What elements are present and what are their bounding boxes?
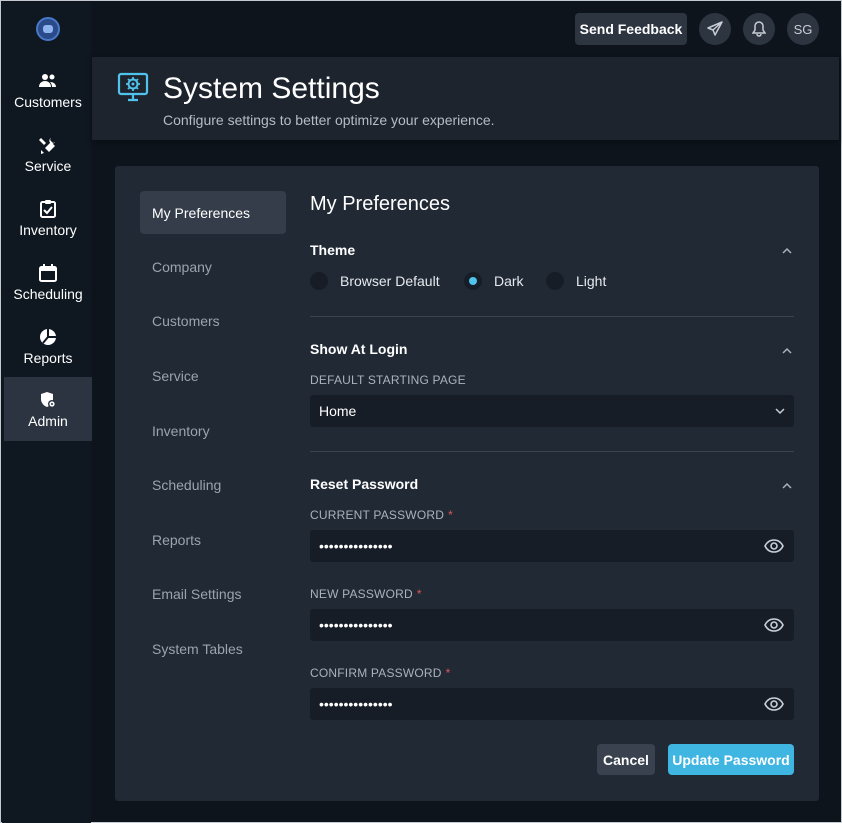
radio-label: Light xyxy=(576,273,607,289)
shield-gear-icon xyxy=(39,390,57,410)
radio-indicator[interactable] xyxy=(546,272,564,290)
subnav-item-system-tables[interactable]: System Tables xyxy=(140,627,286,670)
app-logo-icon[interactable] xyxy=(36,17,60,41)
calendar-icon xyxy=(39,263,57,283)
app-window: Customers Service Inventory Scheduling R xyxy=(0,0,842,823)
page-subtitle: Configure settings to better optimize yo… xyxy=(163,112,495,128)
eye-icon[interactable] xyxy=(764,695,784,713)
nav-label: Inventory xyxy=(19,221,77,238)
user-avatar[interactable]: SG xyxy=(787,13,819,45)
nav-item-service[interactable]: Service xyxy=(4,122,92,186)
section-divider xyxy=(310,451,794,452)
send-feedback-button[interactable]: Send Feedback xyxy=(575,13,687,45)
default-page-label: DEFAULT STARTING PAGE xyxy=(310,373,466,387)
radio-label: Browser Default xyxy=(340,273,440,289)
nav-label: Customers xyxy=(14,93,82,110)
nav-label: Scheduling xyxy=(13,285,83,302)
login-section-title: Show At Login xyxy=(310,341,408,357)
subnav-item-email-settings[interactable]: Email Settings xyxy=(140,572,286,615)
subnav-item-scheduling[interactable]: Scheduling xyxy=(140,463,286,506)
radio-indicator[interactable] xyxy=(310,272,328,290)
current-password-label: CURRENT PASSWORD * xyxy=(310,508,453,522)
page-title: System Settings xyxy=(163,72,380,105)
default-page-select[interactable]: Home xyxy=(310,395,794,427)
confirm-password-field[interactable]: ••••••••••••••• xyxy=(310,688,794,720)
theme-option-light[interactable]: Light xyxy=(546,272,606,290)
nav-label: Admin xyxy=(28,412,68,429)
eye-icon[interactable] xyxy=(764,616,784,634)
chevron-up-icon[interactable] xyxy=(780,479,794,493)
masked-value: ••••••••••••••• xyxy=(319,696,393,712)
subnav-item-company[interactable]: Company xyxy=(140,245,286,288)
pie-chart-icon xyxy=(39,327,57,347)
label-text: NEW PASSWORD xyxy=(310,587,413,601)
chevron-up-icon[interactable] xyxy=(780,344,794,358)
label-text: CONFIRM PASSWORD xyxy=(310,666,442,680)
subnav-item-inventory[interactable]: Inventory xyxy=(140,409,286,452)
subnav-item-reports[interactable]: Reports xyxy=(140,518,286,561)
eye-icon[interactable] xyxy=(764,537,784,555)
subnav-item-my-preferences[interactable]: My Preferences xyxy=(140,191,286,234)
users-icon xyxy=(38,71,58,91)
new-password-field[interactable]: ••••••••••••••• xyxy=(310,609,794,641)
settings-card: My Preferences Company Customers Service… xyxy=(115,166,819,801)
side-rail: Customers Service Inventory Scheduling R xyxy=(2,2,92,823)
select-value: Home xyxy=(319,403,357,419)
current-password-field[interactable]: ••••••••••••••• xyxy=(310,530,794,562)
chevron-up-icon[interactable] xyxy=(780,244,794,258)
cancel-button[interactable]: Cancel xyxy=(597,744,655,775)
nav-item-customers[interactable]: Customers xyxy=(4,58,92,122)
required-asterisk: * xyxy=(445,666,451,680)
masked-value: ••••••••••••••• xyxy=(319,617,393,633)
subnav-item-customers[interactable]: Customers xyxy=(140,299,286,342)
confirm-password-label: CONFIRM PASSWORD * xyxy=(310,666,451,680)
update-password-button[interactable]: Update Password xyxy=(668,744,794,775)
nav-label: Reports xyxy=(23,349,73,366)
top-bar: Send Feedback SG xyxy=(91,2,840,56)
reset-section-title: Reset Password xyxy=(310,476,419,492)
theme-option-dark[interactable]: Dark xyxy=(464,272,524,290)
subnav-item-service[interactable]: Service xyxy=(140,354,286,397)
nav-item-admin[interactable]: Admin xyxy=(4,377,92,441)
radio-label: Dark xyxy=(494,273,524,289)
theme-section-title: Theme xyxy=(310,242,356,258)
monitor-gear-icon xyxy=(117,72,149,107)
label-text: CURRENT PASSWORD xyxy=(310,508,445,522)
nav-item-reports[interactable]: Reports xyxy=(4,314,92,378)
masked-value: ••••••••••••••• xyxy=(319,538,393,554)
section-divider xyxy=(310,316,794,317)
bell-icon[interactable] xyxy=(743,13,775,45)
panel-title: My Preferences xyxy=(310,193,451,215)
required-asterisk: * xyxy=(416,587,422,601)
theme-option-browser-default[interactable]: Browser Default xyxy=(310,272,440,290)
required-asterisk: * xyxy=(448,508,453,522)
new-password-label: NEW PASSWORD * xyxy=(310,587,422,601)
page-header: System Settings Configure settings to be… xyxy=(92,57,839,140)
clipboard-check-icon xyxy=(40,199,56,219)
paper-plane-icon[interactable] xyxy=(699,13,731,45)
chevron-down-icon xyxy=(775,408,785,415)
radio-indicator-selected[interactable] xyxy=(464,272,482,290)
nav-label: Service xyxy=(24,157,72,174)
nav-item-scheduling[interactable]: Scheduling xyxy=(4,250,92,314)
tools-icon xyxy=(39,135,57,155)
nav-item-inventory[interactable]: Inventory xyxy=(4,186,92,250)
